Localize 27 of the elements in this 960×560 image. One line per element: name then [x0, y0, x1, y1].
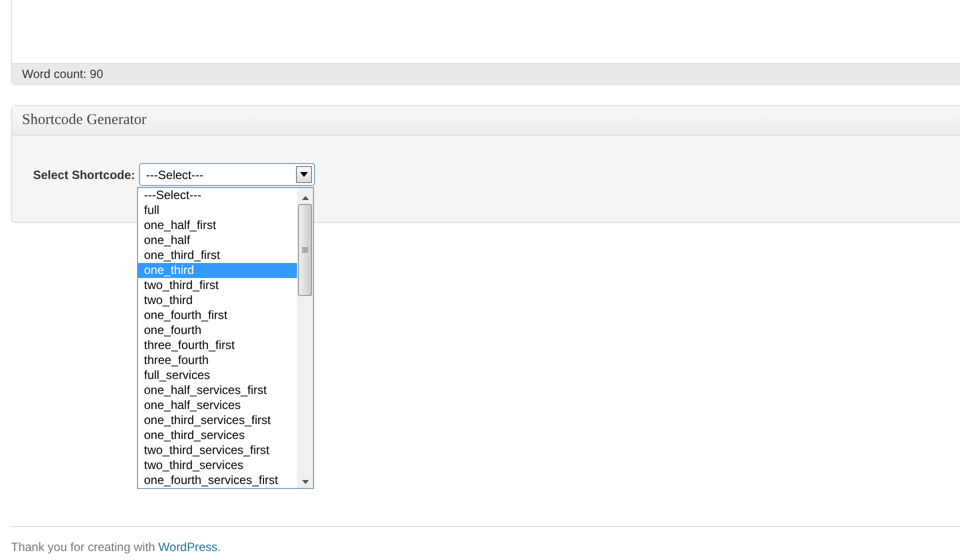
dropdown-option[interactable]: three_fourth — [138, 353, 297, 368]
dropdown-option[interactable]: ---Select--- — [138, 188, 297, 203]
dropdown-option[interactable]: one_third_first — [138, 248, 297, 263]
dropdown-option[interactable]: one_half_services — [138, 398, 297, 413]
shortcode-select[interactable]: ---Select--- — [139, 163, 316, 186]
grip-icon — [302, 247, 308, 253]
dropdown-option[interactable]: three_fourth_first — [138, 338, 297, 353]
dropdown-option[interactable]: one_half — [138, 233, 297, 248]
dropdown-option[interactable]: one_half_first — [138, 218, 297, 233]
word-count: Word count: 90 — [22, 66, 104, 83]
panel-title: Shortcode Generator — [22, 111, 147, 130]
dropdown-option[interactable]: one_half_services_first — [138, 383, 297, 398]
dropdown-option[interactable]: two_third_first — [138, 278, 297, 293]
wordpress-link[interactable]: WordPress — [158, 540, 218, 554]
dropdown-option[interactable]: one_fourth — [138, 323, 297, 338]
footer-text: Thank you for creating with WordPress. — [11, 539, 221, 556]
scrollbar[interactable] — [297, 188, 313, 488]
select-label: Select Shortcode: — [33, 166, 136, 184]
dropdown-option[interactable]: full_services — [138, 368, 297, 383]
dropdown-option[interactable]: two_third — [138, 293, 297, 308]
dropdown-option[interactable]: two_third_services — [138, 458, 297, 473]
dropdown-option[interactable]: one_fourth_first — [138, 308, 297, 323]
dropdown-option[interactable]: one_third_services_first — [138, 413, 297, 428]
dropdown-option[interactable]: two_third_services_first — [138, 443, 297, 458]
dropdown-option[interactable]: one_fourth_services_first — [138, 473, 297, 488]
dropdown-option[interactable]: one_third_services — [138, 428, 297, 443]
dropdown-option[interactable]: full — [138, 203, 297, 218]
